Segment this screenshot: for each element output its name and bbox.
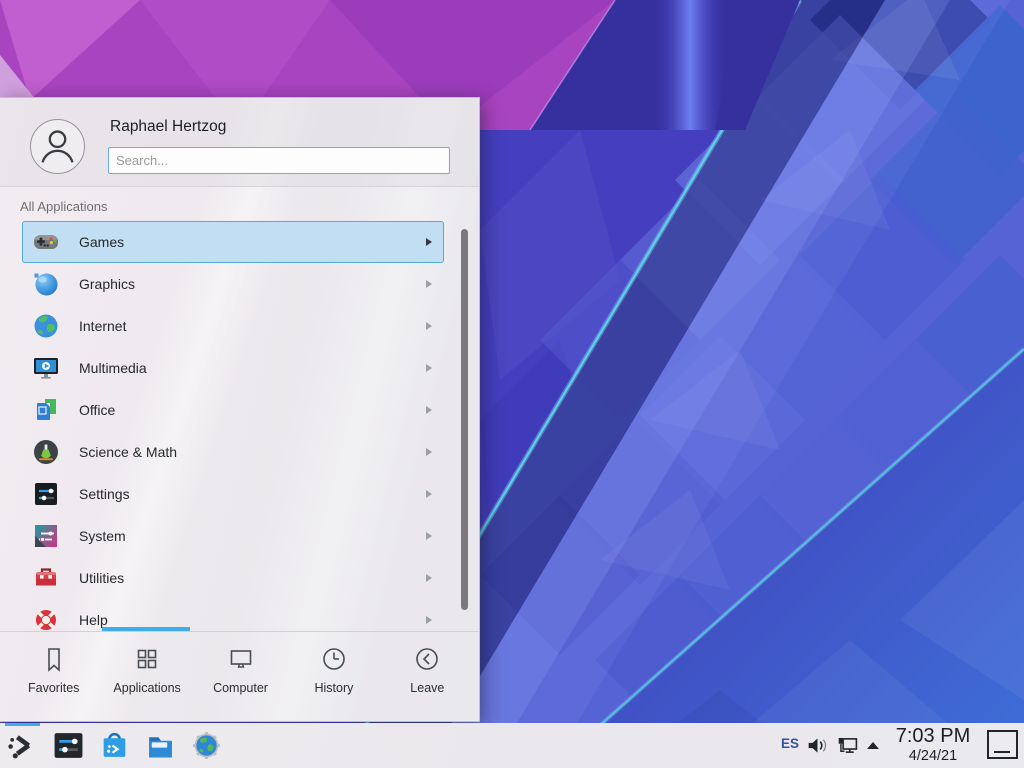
- system-settings-icon[interactable]: [52, 729, 85, 762]
- application-launcher-menu: Raphael Hertzog All Applications Games: [0, 97, 480, 722]
- monitor-play-icon: [31, 353, 61, 383]
- active-tab-indicator: [102, 627, 190, 631]
- expand-tray-caret-icon[interactable]: [865, 740, 881, 751]
- computer-icon: [226, 644, 256, 674]
- show-desktop-glyph: [994, 751, 1010, 753]
- keyboard-layout-indicator[interactable]: ES: [777, 736, 803, 751]
- category-utilities[interactable]: Utilities: [22, 557, 444, 599]
- category-label: Science & Math: [79, 444, 177, 460]
- clock-time: 7:03 PM: [888, 725, 978, 748]
- sphere-icon: [31, 269, 61, 299]
- file-manager-folder-icon[interactable]: [144, 729, 177, 762]
- category-label: System: [79, 528, 126, 544]
- flask-icon: [31, 437, 61, 467]
- tab-label: Leave: [410, 681, 444, 695]
- tab-history[interactable]: History: [287, 638, 380, 718]
- launcher-active-indicator: [5, 723, 40, 726]
- submenu-arrow-icon: [426, 448, 432, 456]
- launcher-tab-bar: Favorites Applications Computer: [7, 638, 474, 718]
- web-browser-globe-icon[interactable]: [190, 729, 223, 762]
- grid-icon: [132, 644, 162, 674]
- category-multimedia[interactable]: Multimedia: [22, 347, 444, 389]
- category-help[interactable]: Help: [22, 599, 444, 641]
- submenu-arrow-icon: [426, 238, 432, 246]
- category-label: Internet: [79, 318, 126, 334]
- category-label: Settings: [79, 486, 130, 502]
- tab-leave[interactable]: Leave: [381, 638, 474, 718]
- clock-date: 4/24/21: [888, 748, 978, 764]
- system-sliders-icon: [31, 521, 61, 551]
- submenu-arrow-icon: [426, 406, 432, 414]
- submenu-arrow-icon: [426, 280, 432, 288]
- globe-icon: [31, 311, 61, 341]
- gamepad-icon: [31, 227, 61, 257]
- bookmark-icon: [39, 644, 69, 674]
- digital-clock[interactable]: 7:03 PM 4/24/21: [888, 725, 978, 764]
- network-icon[interactable]: [836, 734, 860, 757]
- tab-favorites[interactable]: Favorites: [7, 638, 100, 718]
- tab-label: Favorites: [28, 681, 79, 695]
- submenu-arrow-icon: [426, 364, 432, 372]
- desktop: Raphael Hertzog All Applications Games: [0, 0, 1024, 768]
- category-label: Multimedia: [79, 360, 147, 376]
- tab-separator: [0, 631, 479, 632]
- category-label: Help: [79, 612, 108, 628]
- category-label: Office: [79, 402, 115, 418]
- sliders-icon: [31, 479, 61, 509]
- submenu-arrow-icon: [426, 490, 432, 498]
- category-label: Games: [79, 234, 124, 250]
- tab-label: History: [314, 681, 353, 695]
- category-settings[interactable]: Settings: [22, 473, 444, 515]
- submenu-arrow-icon: [426, 532, 432, 540]
- tab-label: Applications: [113, 681, 180, 695]
- category-graphics[interactable]: Graphics: [22, 263, 444, 305]
- section-label: All Applications: [20, 199, 107, 214]
- taskbar-panel: ES 7:03 PM 4/24/21: [0, 723, 1024, 768]
- category-internet[interactable]: Internet: [22, 305, 444, 347]
- list-scrollbar[interactable]: [461, 229, 468, 610]
- user-icon: [31, 120, 84, 173]
- category-system[interactable]: System: [22, 515, 444, 557]
- leave-circle-icon: [412, 644, 442, 674]
- user-name: Raphael Hertzog: [110, 118, 226, 136]
- category-science-math[interactable]: Science & Math: [22, 431, 444, 473]
- volume-icon[interactable]: [806, 734, 829, 757]
- application-launcher-button[interactable]: [6, 729, 39, 762]
- discover-icon[interactable]: [98, 729, 131, 762]
- tab-label: Computer: [213, 681, 268, 695]
- submenu-arrow-icon: [426, 322, 432, 330]
- category-games[interactable]: Games: [22, 221, 444, 263]
- tab-applications[interactable]: Applications: [100, 638, 193, 718]
- category-office[interactable]: Office: [22, 389, 444, 431]
- submenu-arrow-icon: [426, 616, 432, 624]
- submenu-arrow-icon: [426, 574, 432, 582]
- toolbox-icon: [31, 563, 61, 593]
- tab-computer[interactable]: Computer: [194, 638, 287, 718]
- documents-icon: [31, 395, 61, 425]
- category-label: Utilities: [79, 570, 124, 586]
- show-desktop-button[interactable]: [987, 730, 1018, 759]
- search-input[interactable]: [108, 147, 450, 174]
- user-avatar[interactable]: [30, 119, 85, 174]
- clock-icon: [319, 644, 349, 674]
- category-label: Graphics: [79, 276, 135, 292]
